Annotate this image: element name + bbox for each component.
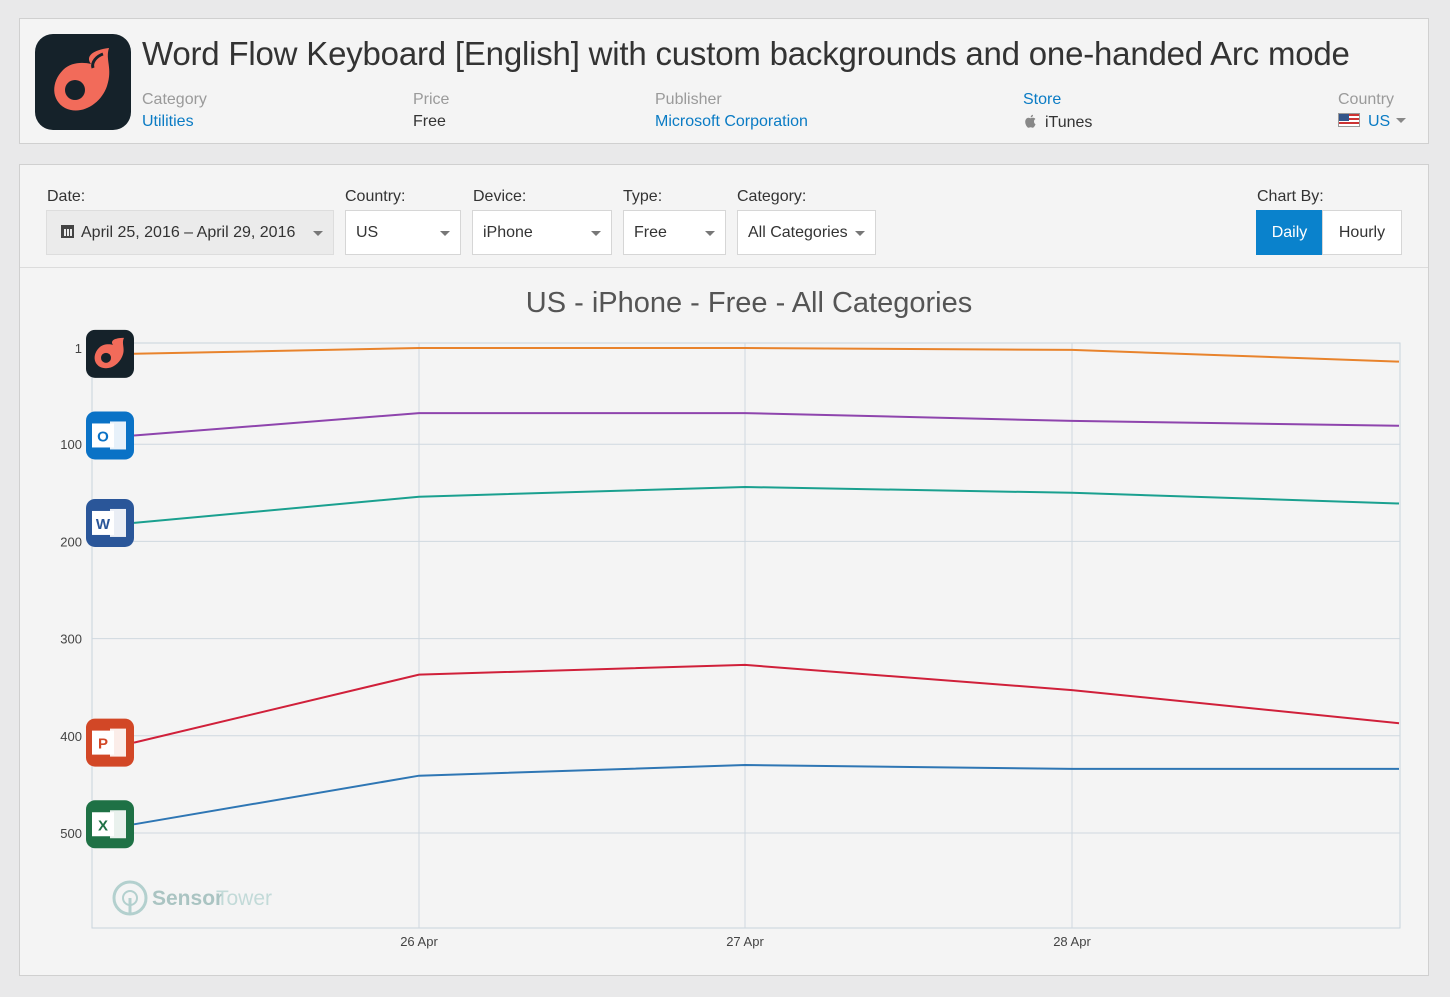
flame-icon	[54, 48, 110, 111]
apple-icon	[1025, 114, 1036, 128]
flame-hole	[101, 352, 111, 363]
chevron-down-icon	[440, 231, 450, 236]
price-label: Price	[413, 91, 450, 108]
app-header: Word Flow Keyboard [English] with custom…	[19, 18, 1429, 144]
category-select[interactable]: All Categories	[737, 210, 876, 255]
store-label[interactable]: Store	[1023, 91, 1092, 112]
publisher-meta: Publisher Microsoft Corporation	[655, 91, 808, 131]
chevron-down-icon	[855, 231, 865, 236]
type-select-value: Free	[634, 224, 667, 241]
date-label: Date:	[47, 188, 86, 205]
country-select-label: Country:	[345, 188, 406, 205]
type-label: Type:	[623, 188, 663, 205]
device-select[interactable]: iPhone	[472, 210, 612, 255]
chart-by-label: Chart By:	[1257, 188, 1324, 205]
country-dropdown[interactable]: US	[1338, 113, 1407, 131]
date-range-picker[interactable]: April 25, 2016 – April 29, 2016	[46, 210, 334, 255]
publisher-label: Publisher	[655, 91, 722, 108]
outlook-icon[interactable]: O	[86, 411, 134, 460]
hourly-toggle[interactable]: Hourly	[1322, 210, 1402, 255]
device-label: Device:	[473, 188, 527, 205]
category-link[interactable]: Utilities	[142, 113, 207, 131]
category-select-label: Category:	[737, 188, 807, 205]
chevron-down-icon	[313, 231, 323, 236]
word-flow-icon[interactable]	[86, 329, 134, 378]
category-select-value: All Categories	[748, 224, 848, 241]
price-value: Free	[413, 113, 446, 130]
calendar-icon	[61, 225, 74, 238]
country-label: Country	[1338, 91, 1395, 108]
category-label: Category	[142, 91, 207, 108]
letter-glyph: P	[98, 736, 108, 753]
country-value: US	[1368, 113, 1391, 130]
letter-glyph: W	[96, 516, 111, 533]
daily-toggle[interactable]: Daily	[1256, 210, 1323, 255]
word-flow-app-icon	[35, 34, 131, 130]
word-icon[interactable]: W	[86, 498, 134, 547]
device-select-value: iPhone	[483, 224, 533, 241]
powerpoint-icon[interactable]: P	[86, 718, 134, 767]
store-value: iTunes	[1045, 114, 1093, 131]
store-meta: Store iTunes	[1023, 91, 1092, 132]
country-meta: Country US	[1338, 91, 1407, 131]
category-meta: Category Utilities	[142, 91, 207, 131]
date-range-value: April 25, 2016 – April 29, 2016	[81, 224, 296, 241]
us-flag-icon	[1338, 113, 1360, 127]
chevron-down-icon	[591, 231, 601, 236]
controls-divider	[20, 267, 1428, 268]
letter-glyph: X	[98, 817, 108, 834]
country-select-value: US	[356, 224, 379, 241]
excel-icon[interactable]: X	[86, 800, 134, 849]
ranking-panel: Date: April 25, 2016 – April 29, 2016 Co…	[19, 164, 1429, 976]
letter-glyph: O	[97, 428, 109, 445]
price-meta: Price Free	[413, 91, 449, 131]
chevron-down-icon	[705, 231, 715, 236]
chevron-down-icon	[1396, 118, 1407, 123]
type-select[interactable]: Free	[623, 210, 726, 255]
country-select[interactable]: US	[345, 210, 461, 255]
app-title: Word Flow Keyboard [English] with custom…	[142, 35, 1350, 72]
store-value-row: iTunes	[1023, 113, 1092, 132]
publisher-link[interactable]: Microsoft Corporation	[655, 113, 808, 131]
